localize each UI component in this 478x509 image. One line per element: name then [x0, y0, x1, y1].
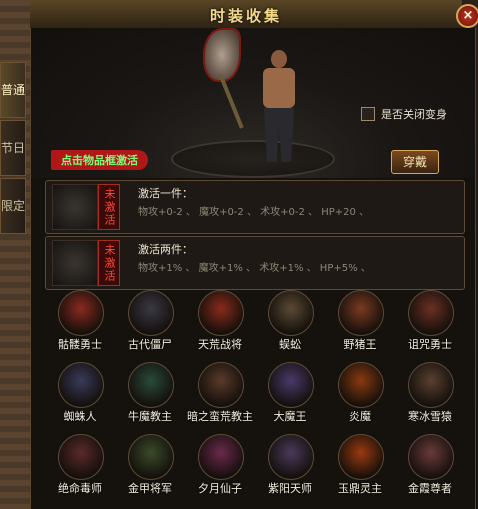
costume-portrait-icon[interactable]	[408, 434, 454, 480]
costume-item[interactable]: 野猪王	[325, 290, 395, 360]
tab-normal[interactable]: 普通	[0, 62, 26, 118]
axe-weapon-icon	[203, 28, 244, 129]
costume-name: 炎魔	[349, 410, 371, 423]
tab-label: 节日	[1, 141, 26, 155]
disable-transform-checkbox[interactable]	[361, 107, 375, 121]
costume-portrait-icon[interactable]	[198, 362, 244, 408]
costume-name: 诅咒勇士	[408, 338, 452, 351]
costume-name: 夕月仙子	[198, 482, 242, 495]
costume-portrait-icon[interactable]	[338, 434, 384, 480]
costume-name: 紫阳天师	[268, 482, 312, 495]
costume-portrait-icon[interactable]	[58, 362, 104, 408]
disable-transform-label: 是否关闭变身	[381, 108, 447, 121]
costume-item[interactable]: 夕月仙子	[185, 434, 255, 504]
set-bonus-row[interactable]: 未激活 激活一件： 物攻+0-2 、 魔攻+0-2 、 术攻+0-2 、 HP+…	[45, 180, 465, 234]
costume-portrait-icon[interactable]	[408, 290, 454, 336]
costume-portrait-icon[interactable]	[58, 290, 104, 336]
costume-item[interactable]: 炎魔	[325, 362, 395, 432]
costume-item[interactable]: 古代僵尸	[115, 290, 185, 360]
costume-name: 玉鼎灵主	[338, 482, 382, 495]
costume-item[interactable]: 紫阳天师	[255, 434, 325, 504]
disable-transform-toggle[interactable]: 是否关闭变身	[361, 106, 447, 122]
set-bonus-stats: 物攻+0-2 、 魔攻+0-2 、 术攻+0-2 、 HP+20 、	[138, 207, 370, 218]
costume-item[interactable]: 金霞尊者	[395, 434, 465, 504]
set-item-icon[interactable]	[52, 184, 98, 230]
set-bonus-title: 激活两件：	[138, 243, 193, 256]
costume-name: 金霞尊者	[408, 482, 452, 495]
close-icon[interactable]: ×	[456, 4, 478, 28]
costume-name: 牛魔教主	[128, 410, 172, 423]
costume-portrait-icon[interactable]	[408, 362, 454, 408]
costume-name: 蜈蚣	[279, 338, 301, 351]
costume-portrait-icon[interactable]	[128, 434, 174, 480]
wear-button[interactable]: 穿戴	[391, 150, 439, 174]
costume-portrait-icon[interactable]	[58, 434, 104, 480]
costume-name: 天荒战将	[198, 338, 242, 351]
costume-name: 金甲将军	[128, 482, 172, 495]
costume-portrait-icon[interactable]	[128, 290, 174, 336]
main-panel: 是否关闭变身 点击物品框激活 穿戴 未激活 激活一件： 物攻+0-2 、 魔攻+…	[30, 28, 476, 509]
costume-portrait-icon[interactable]	[338, 362, 384, 408]
title-bar: 时装收集	[30, 0, 462, 29]
costume-item[interactable]: 金甲将军	[115, 434, 185, 504]
costume-name: 蜘蛛人	[63, 410, 97, 423]
status-badge: 未激活	[98, 240, 120, 286]
costume-name: 骷髅勇士	[58, 338, 102, 351]
costume-item[interactable]: 诅咒勇士	[395, 290, 465, 360]
costume-window: 时装收集 × 普通 节日 限定 是否关闭变身 点击物品框激活 穿戴 未激活 激活…	[0, 0, 478, 509]
costume-name: 野猪王	[343, 338, 377, 351]
costume-name: 古代僵尸	[128, 338, 172, 351]
costume-item[interactable]: 玉鼎灵主	[325, 434, 395, 504]
tab-label: 普通	[1, 83, 26, 97]
costume-portrait-icon[interactable]	[268, 434, 314, 480]
set-bonus-title: 激活一件：	[138, 187, 193, 200]
tab-festival[interactable]: 节日	[0, 120, 26, 176]
costume-item[interactable]: 大魔王	[255, 362, 325, 432]
set-item-icon[interactable]	[52, 240, 98, 286]
costume-portrait-icon[interactable]	[128, 362, 174, 408]
activate-hint: 点击物品框激活	[51, 150, 148, 170]
costume-item[interactable]: 暗之蛮荒教主	[185, 362, 255, 432]
tab-label: 限定	[1, 199, 26, 213]
costume-item[interactable]: 牛魔教主	[115, 362, 185, 432]
costume-item[interactable]: 天荒战将	[185, 290, 255, 360]
costume-name: 暗之蛮荒教主	[187, 410, 253, 423]
costume-item[interactable]: 骷髅勇士	[45, 290, 115, 360]
status-badge: 未激活	[98, 184, 120, 230]
costume-item[interactable]: 蜈蚣	[255, 290, 325, 360]
costume-name: 绝命毒师	[58, 482, 102, 495]
set-bonus-stats: 物攻+1% 、 魔攻+1% 、 术攻+1% 、 HP+5% 、	[138, 263, 371, 274]
character-model	[249, 48, 309, 168]
costume-portrait-icon[interactable]	[268, 362, 314, 408]
costume-portrait-icon[interactable]	[198, 290, 244, 336]
costume-name: 大魔王	[273, 410, 307, 423]
costume-name: 寒冰雪猿	[408, 410, 452, 423]
set-bonus-row[interactable]: 未激活 激活两件： 物攻+1% 、 魔攻+1% 、 术攻+1% 、 HP+5% …	[45, 236, 465, 290]
costume-item[interactable]: 绝命毒师	[45, 434, 115, 504]
costume-portrait-icon[interactable]	[268, 290, 314, 336]
costume-portrait-icon[interactable]	[198, 434, 244, 480]
tab-limited[interactable]: 限定	[0, 178, 26, 234]
side-tab-bar: 普通 节日 限定	[0, 62, 26, 236]
costume-portrait-icon[interactable]	[338, 290, 384, 336]
character-preview: 是否关闭变身 点击物品框激活 穿戴	[31, 28, 475, 178]
window-title: 时装收集	[209, 7, 282, 25]
costume-item[interactable]: 寒冰雪猿	[395, 362, 465, 432]
costume-item[interactable]: 蜘蛛人	[45, 362, 115, 432]
